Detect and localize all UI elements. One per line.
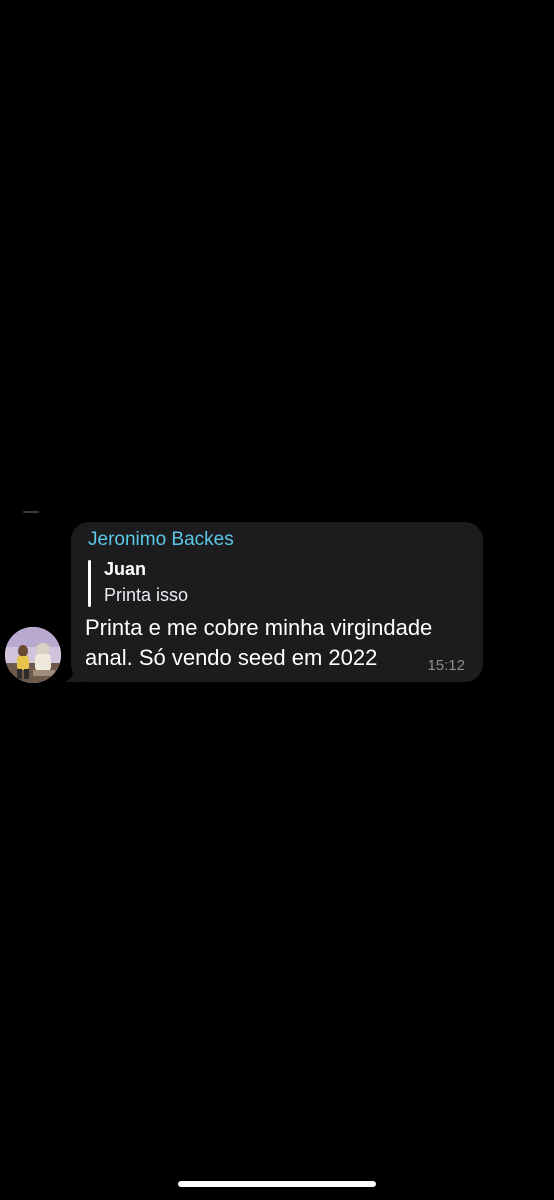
avatar[interactable]: [5, 627, 61, 683]
reply-quote[interactable]: Juan Printa isso: [88, 558, 388, 608]
reply-text: Printa isso: [104, 585, 189, 605]
message-text-line: anal. Só vendo seed em 2022: [85, 645, 378, 670]
previous-message-edge: [23, 511, 39, 513]
avatar-photo-icon: [5, 627, 61, 683]
sender-name[interactable]: Jeronimo Backes: [88, 528, 234, 552]
reply-author: Juan: [104, 559, 147, 579]
message-bubble[interactable]: Jeronimo Backes Juan Printa isso Printa …: [71, 522, 483, 682]
chat-area[interactable]: Jeronimo Backes Juan Printa isso Printa …: [0, 0, 554, 1200]
message-timestamp: 15:12: [427, 657, 465, 674]
home-indicator[interactable]: [178, 1181, 376, 1187]
message-text: Printa e me cobre minha virgindade anal.…: [85, 613, 475, 673]
reply-bar: [88, 560, 91, 607]
message-text-line: Printa e me cobre minha virgindade: [85, 615, 433, 640]
